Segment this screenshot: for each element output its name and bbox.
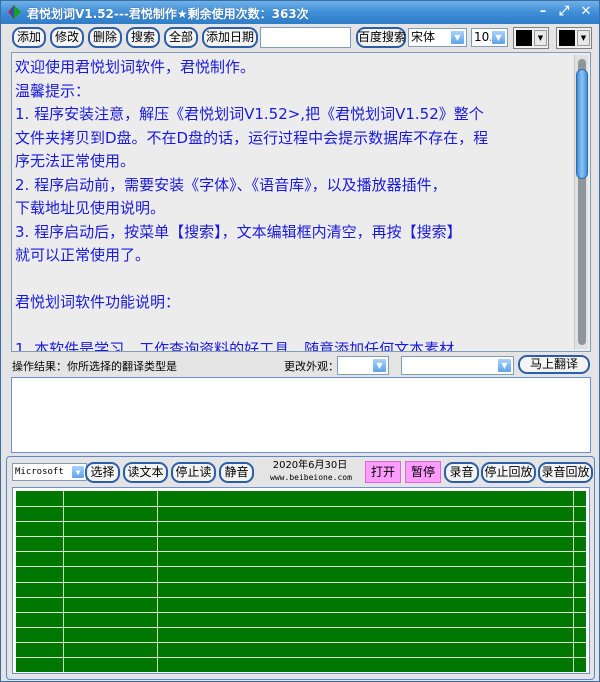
text-line: 下载地址见使用说明。 <box>15 199 166 217</box>
minimize-button[interactable]: – <box>534 4 552 20</box>
grid-row-divider <box>16 506 586 507</box>
font-name-select[interactable]: 宋体 ▼ <box>408 28 467 47</box>
status-row: 操作结果：你所选择的翻译类型是 更改外观： ▼ ▼ 马上翻译 <box>1 354 599 376</box>
text-line: 温馨提示： <box>15 81 91 100</box>
text-line <box>15 268 571 292</box>
grid-row-divider <box>16 521 586 522</box>
grid-row-divider <box>16 551 586 552</box>
voice-select[interactable]: Microsoft ▼ <box>12 463 87 481</box>
search-input[interactable] <box>260 27 351 48</box>
website-link[interactable]: www.beibeione.com <box>255 472 367 484</box>
app-logo-icon <box>8 5 21 19</box>
show-all-button[interactable]: 全部 <box>164 27 198 48</box>
text-line <box>15 315 571 339</box>
text-line: 序无法正常使用。 <box>15 152 136 170</box>
fore-color-picker[interactable]: ▼ <box>513 27 549 49</box>
close-button[interactable]: ✕ <box>577 4 595 20</box>
chevron-down-icon[interactable]: ▼ <box>372 358 387 373</box>
text-line: 欢迎使用君悦划词软件，君悦制作。 <box>15 58 256 76</box>
record-playback-button[interactable]: 录音回放 <box>538 462 593 483</box>
select-button[interactable]: 选择 <box>85 462 120 483</box>
text-line: 2. 程序启动前，需要安装《字体》、《语音库》，以及播放器插件， <box>15 175 447 194</box>
grid-row-divider <box>16 566 586 567</box>
edit-button[interactable]: 修改 <box>50 27 84 48</box>
operation-result-label: 操作结果：你所选择的翻译类型是 <box>12 360 177 373</box>
text-line: 文件夹拷贝到D盘。不在D盘的话，运行过程中会提示数据库不存在，程 <box>15 128 489 147</box>
toolbar: 添加 修改 删除 搜索 全部 添加日期 百度搜索 宋体 ▼ 10. ▼ ▼ ▼ <box>1 24 599 51</box>
add-button[interactable]: 添加 <box>12 27 46 48</box>
stop-playback-button[interactable]: 停止回放 <box>481 462 536 483</box>
chevron-down-icon[interactable]: ▼ <box>491 30 506 45</box>
date-label: 2020年6月30日 <box>272 460 348 471</box>
grid-row-divider <box>16 657 586 658</box>
vertical-scrollbar[interactable] <box>574 55 588 349</box>
chevron-down-icon[interactable]: ▼ <box>497 358 512 373</box>
font-size-select[interactable]: 10. ▼ <box>471 28 508 47</box>
dropdown-arrow-icon[interactable]: ▼ <box>577 30 590 46</box>
open-button[interactable]: 打开 <box>365 461 401 483</box>
text-line: 就可以正常使用了。 <box>15 246 151 264</box>
grid-row-divider <box>16 612 586 613</box>
main-text-editor[interactable]: 欢迎使用君悦划词软件，君悦制作。 温馨提示： 1. 程序安装注意，解压《君悦划词V1… <box>11 52 591 352</box>
read-text-button[interactable]: 读文本 <box>123 462 168 483</box>
record-button[interactable]: 录音 <box>444 462 479 483</box>
translate-now-button[interactable]: 马上翻译 <box>518 355 590 374</box>
fore-color-swatch <box>516 30 532 46</box>
translation-result-area[interactable] <box>11 377 591 453</box>
stop-reading-button[interactable]: 停止读 <box>171 462 216 483</box>
search-button[interactable]: 搜索 <box>126 27 160 48</box>
voice-select-value: Microsoft <box>15 467 64 477</box>
title-bar[interactable]: 君悦划词V1.52---君悦制作★剩余使用次数：363次 – ⤢ ✕ <box>1 1 599 24</box>
back-color-swatch <box>559 30 575 46</box>
text-line: 1. 程序安装注意，解压《君悦划词V1.52>,把《君悦划词V1.52》整个 <box>15 105 484 123</box>
back-color-picker[interactable]: ▼ <box>556 27 592 49</box>
grid-column-divider <box>157 491 158 672</box>
text-line: 1. 本软件是学习、工作查询资料的好工具，随意添加任何文本素材 <box>15 340 455 352</box>
chevron-down-icon[interactable]: ▼ <box>71 465 85 479</box>
window-title: 君悦划词V1.52---君悦制作★剩余使用次数：363次 <box>27 7 309 21</box>
text-line: 3. 程序启动后，按菜单【搜索】，文本编辑框内清空，再按【搜索】 <box>15 222 462 241</box>
chevron-down-icon[interactable]: ▼ <box>450 30 465 45</box>
grid-row-divider <box>16 536 586 537</box>
font-name-value: 宋体 <box>411 30 436 44</box>
add-date-button[interactable]: 添加日期 <box>202 27 258 48</box>
translate-type-select[interactable]: ▼ <box>401 356 514 375</box>
change-skin-label: 更改外观： <box>284 360 339 373</box>
scroll-thumb[interactable] <box>576 69 588 179</box>
skin-select[interactable]: ▼ <box>337 356 389 375</box>
audio-panel: Microsoft ▼ 选择 读文本 停止读 静音 2020年6月30日 www… <box>6 456 595 680</box>
app-window: 君悦划词V1.52---君悦制作★剩余使用次数：363次 – ⤢ ✕ 添加 修改… <box>0 0 600 682</box>
grid-row-divider <box>16 582 586 583</box>
baidu-search-button[interactable]: 百度搜索 <box>356 27 406 48</box>
text-line: 君悦划词软件功能说明： <box>15 293 181 311</box>
dropdown-arrow-icon[interactable]: ▼ <box>534 30 547 46</box>
grid-row-divider <box>16 597 586 598</box>
pause-button[interactable]: 暂停 <box>405 461 441 483</box>
grid-column-divider <box>573 491 574 672</box>
grid-row-divider <box>16 627 586 628</box>
maximize-button[interactable]: ⤢ <box>555 4 573 20</box>
data-grid[interactable] <box>16 491 586 672</box>
delete-button[interactable]: 删除 <box>88 27 122 48</box>
main-text-content[interactable]: 欢迎使用君悦划词软件，君悦制作。 温馨提示： 1. 程序安装注意，解压《君悦划词V1… <box>15 56 571 352</box>
grid-column-divider <box>63 491 64 672</box>
data-grid-frame <box>12 487 590 674</box>
mute-button[interactable]: 静音 <box>219 462 254 483</box>
grid-row-divider <box>16 642 586 643</box>
